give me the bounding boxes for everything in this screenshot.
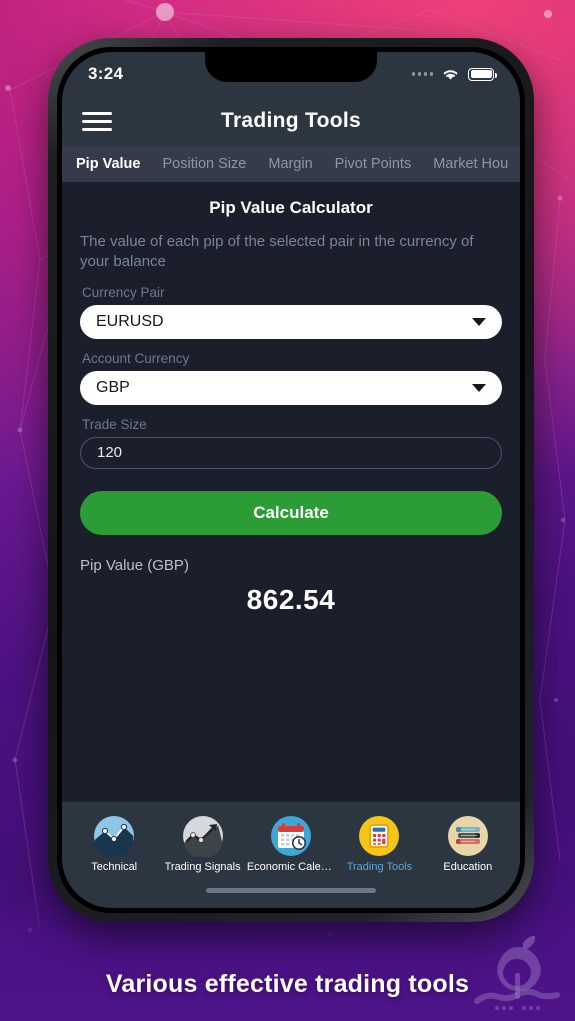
result-label: Pip Value (GBP) (80, 556, 189, 574)
phone-bezel: 3:24 Trading Tools Pip Value Position Si… (57, 47, 525, 913)
app-bar: Trading Tools (62, 96, 520, 146)
phone-screen: 3:24 Trading Tools Pip Value Position Si… (62, 52, 520, 908)
nav-label-economic-calendar: Economic Calen... (246, 861, 336, 873)
nav-label-technical: Technical (91, 861, 138, 873)
currency-pair-value: EURUSD (96, 312, 164, 330)
result-value: 862.54 (246, 583, 336, 615)
chevron-down-icon (472, 383, 486, 392)
account-currency-label: Account Currency (82, 350, 190, 366)
currency-pair-label: Currency Pair (82, 284, 165, 300)
nav-item-technical[interactable]: Technical (70, 815, 158, 873)
page-title: Trading Tools (220, 109, 361, 132)
tab-pivot-points[interactable]: Pivot Points (335, 156, 412, 172)
calculator-icon (359, 816, 400, 856)
trading-signals-icon (182, 816, 223, 857)
tab-pip-value[interactable]: Pip Value (76, 156, 140, 172)
sibche-apple-logo (474, 935, 560, 1010)
nav-label-education: Education (443, 861, 493, 873)
notch (205, 52, 377, 82)
account-currency-select[interactable]: GBP (80, 370, 502, 405)
nav-item-trading-tools[interactable]: Trading Tools (335, 815, 423, 873)
technical-chart-icon (94, 816, 135, 857)
currency-pair-select[interactable]: EURUSD (80, 304, 502, 339)
bottom-navigation-bar[interactable]: Technical Trading Signals Economic Calen… (62, 802, 520, 884)
trade-size-input[interactable]: 120 (80, 436, 502, 469)
calculate-button[interactable]: Calculate (80, 490, 502, 535)
status-bar: 3:24 (62, 52, 520, 96)
nav-label-trading-signals: Trading Signals (164, 861, 241, 873)
economic-calendar-icon (271, 816, 312, 856)
home-indicator-bar[interactable] (206, 888, 376, 893)
tab-position-size[interactable]: Position Size (162, 156, 246, 172)
calculator-panel: Pip Value Calculator The value of each p… (62, 182, 520, 802)
account-currency-value: GBP (96, 378, 130, 396)
nav-item-trading-signals[interactable]: Trading Signals (158, 815, 246, 873)
battery-full-icon (468, 67, 497, 81)
hamburger-menu-icon[interactable] (82, 111, 112, 131)
calculator-title: Pip Value Calculator (209, 198, 373, 217)
tab-market-hours[interactable]: Market Hou (433, 156, 508, 172)
status-bar-indicators (411, 67, 497, 81)
chevron-down-icon (472, 317, 486, 326)
phone-mockup: 3:24 Trading Tools Pip Value Position Si… (48, 38, 534, 922)
calculator-description: The value of each pip of the selected pa… (80, 233, 474, 271)
books-icon (447, 816, 488, 856)
tab-bar[interactable]: Pip Value Position Size Margin Pivot Poi… (62, 146, 520, 182)
nav-item-economic-calendar[interactable]: Economic Calen... (247, 815, 335, 873)
home-indicator-area (62, 884, 520, 908)
nav-item-education[interactable]: Education (424, 815, 512, 873)
tab-margin[interactable]: Margin (268, 156, 312, 172)
signal-dots-icon (411, 72, 433, 76)
nav-label-trading-tools: Trading Tools (346, 861, 413, 873)
trade-size-label: Trade Size (82, 416, 147, 432)
wifi-icon (443, 70, 458, 80)
status-bar-time: 3:24 (88, 64, 124, 83)
